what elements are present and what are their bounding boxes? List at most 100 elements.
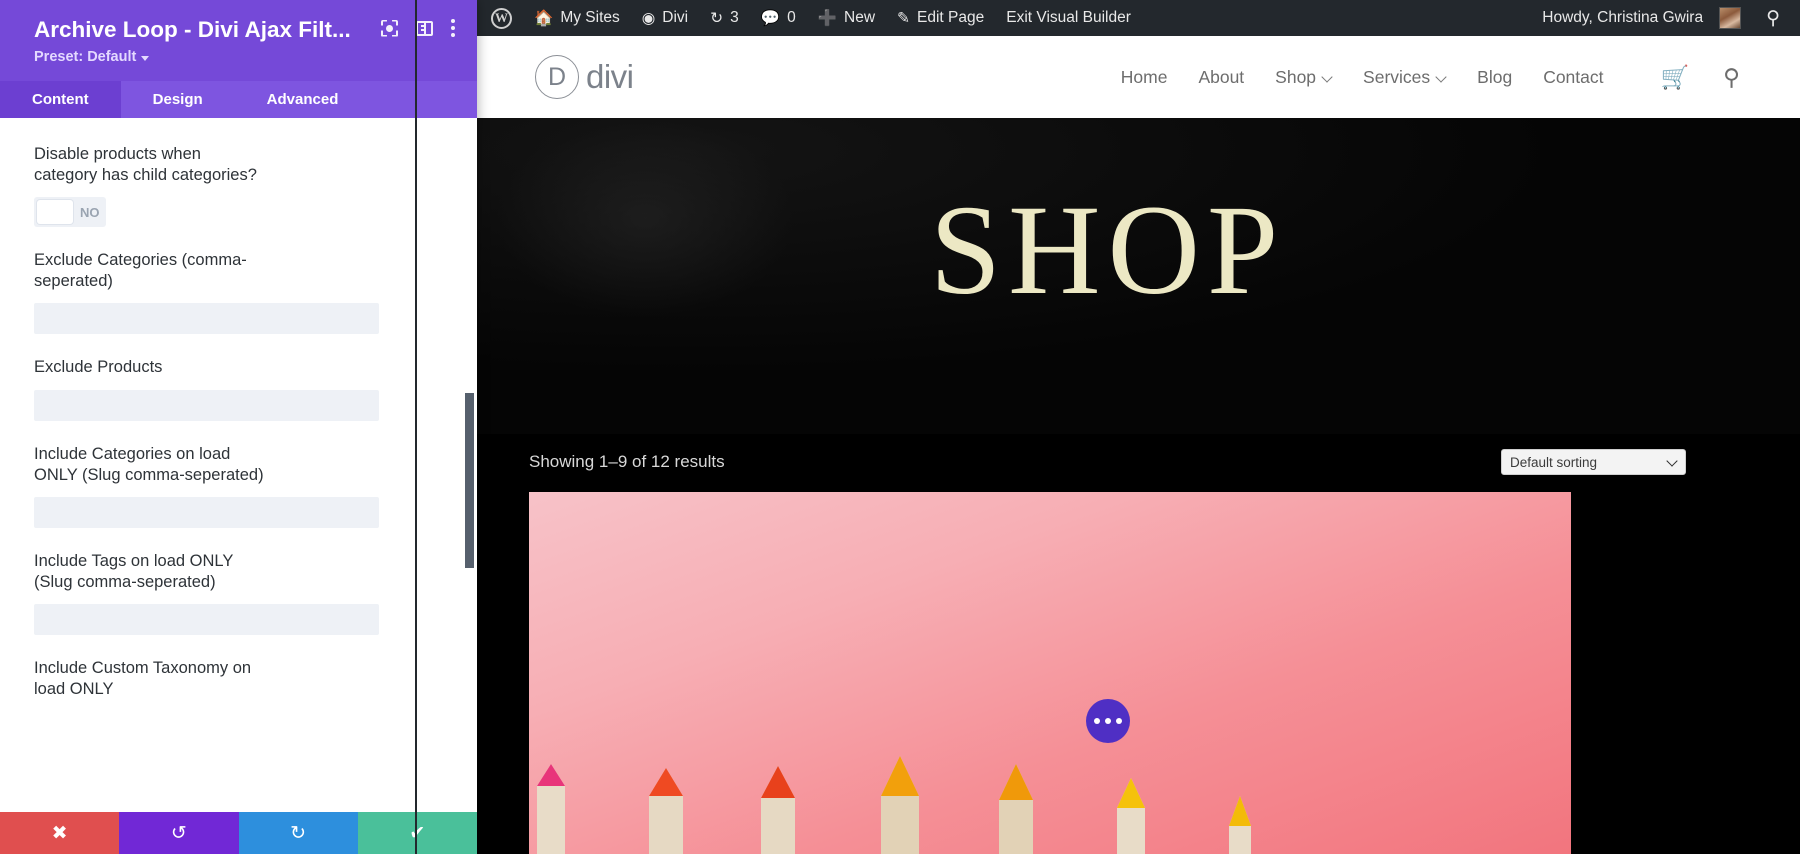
- nav-item-contact[interactable]: Contact: [1543, 67, 1603, 88]
- tab-content[interactable]: Content: [0, 81, 121, 118]
- nav-item-services[interactable]: Services: [1363, 67, 1446, 88]
- panel-scrollbar-thumb[interactable]: [465, 393, 474, 568]
- product-image[interactable]: [529, 492, 1571, 854]
- nav-item-about[interactable]: About: [1198, 67, 1244, 88]
- wordpress-logo-icon: [491, 7, 512, 29]
- dot-icon: [1115, 718, 1122, 724]
- search-icon[interactable]: ⚲: [1723, 64, 1740, 91]
- site-header: D divi Home About Shop Services Blog Con…: [415, 36, 1800, 118]
- header-icons: 🛒 ⚲: [1661, 64, 1741, 91]
- toggle-knob: [37, 200, 73, 225]
- colored-pencils-illustration: [537, 756, 1251, 854]
- panel-title-row: Archive Loop - Divi Ajax Filt...: [34, 16, 455, 43]
- field-label: Include Custom Taxonomy on load ONLY: [34, 658, 252, 699]
- admin-bar-divi[interactable]: ◉ Divi: [631, 0, 699, 36]
- tab-advanced[interactable]: Advanced: [235, 81, 371, 118]
- admin-bar-comments[interactable]: 💬 0: [750, 0, 807, 36]
- chevron-down-icon: [141, 55, 150, 61]
- field-label: Exclude Categories (comma-seperated): [34, 251, 247, 291]
- nav-label: Shop: [1275, 66, 1317, 87]
- admin-bar-label: New: [844, 9, 876, 26]
- redo-button[interactable]: ↻: [238, 812, 358, 854]
- primary-navigation: Home About Shop Services Blog Contact 🛒 …: [1121, 64, 1740, 91]
- results-bar: Showing 1–9 of 12 results Default sortin…: [415, 434, 1800, 490]
- cancel-button[interactable]: ✖: [0, 812, 120, 854]
- field-include-custom-taxonomy-on-load: Include Custom Taxonomy on load ONLY: [34, 658, 443, 700]
- panel-header-icons: [381, 16, 455, 37]
- shop-products-section: Showing 1–9 of 12 results Default sortin…: [415, 434, 1800, 854]
- site-logo-text: divi: [586, 58, 634, 95]
- sorting-select-value: Default sorting: [1510, 454, 1598, 470]
- panel-layout-icon[interactable]: [416, 20, 433, 36]
- panel-scrollbar[interactable]: [465, 118, 474, 812]
- field-label: Disable products when category has child…: [34, 145, 257, 185]
- more-options-icon[interactable]: [451, 19, 455, 37]
- dot-icon: [1104, 718, 1111, 724]
- admin-bar-label: Exit Visual Builder: [1006, 9, 1131, 26]
- admin-bar-edit-page[interactable]: ✎ Edit Page: [886, 0, 995, 36]
- shop-hero-banner: SHOP: [415, 118, 1800, 434]
- shopping-cart-icon[interactable]: 🛒: [1661, 64, 1690, 91]
- panel-title: Archive Loop - Divi Ajax Filt...: [34, 17, 351, 42]
- nav-item-blog[interactable]: Blog: [1477, 67, 1512, 88]
- screen-root: D divi Home About Shop Services Blog Con…: [0, 0, 1800, 854]
- field-include-tags-on-load: Include Tags on load ONLY (Slug comma-se…: [34, 551, 443, 635]
- tab-design[interactable]: Design: [121, 81, 235, 118]
- pencil-icon: ✎: [897, 9, 911, 27]
- comments-icon: 💬: [760, 9, 781, 27]
- admin-bar-label: 3: [730, 9, 739, 26]
- preset-label: Preset: Default: [34, 49, 137, 65]
- sites-icon: 🏠: [534, 9, 554, 27]
- site-logo[interactable]: D divi: [535, 55, 634, 99]
- admin-bar-updates[interactable]: ↻ 3: [699, 0, 750, 36]
- chevron-down-icon: [1437, 73, 1446, 82]
- dot-icon: [1093, 718, 1100, 724]
- field-exclude-products: Exclude Products: [34, 357, 443, 421]
- preset-selector[interactable]: Preset: Default: [34, 43, 455, 81]
- field-exclude-categories: Exclude Categories (comma-seperated): [34, 250, 443, 335]
- admin-bar-account[interactable]: Howdy, Christina Gwira: [1531, 0, 1752, 36]
- field-label: Include Categories on load ONLY (Slug co…: [34, 444, 264, 484]
- page-title: SHOP: [929, 179, 1286, 321]
- field-include-categories-on-load: Include Categories on load ONLY (Slug co…: [34, 444, 443, 528]
- chevron-down-icon: [1666, 455, 1678, 467]
- undo-button[interactable]: ↺: [119, 812, 239, 854]
- admin-bar-label: Divi: [662, 9, 689, 26]
- admin-bar-wp-logo[interactable]: [480, 0, 523, 36]
- admin-bar-label: 0: [787, 9, 796, 26]
- panel-header: Archive Loop - Divi Ajax Filt... Preset:…: [0, 0, 477, 81]
- nav-item-home[interactable]: Home: [1121, 67, 1168, 88]
- nav-label: Blog: [1477, 66, 1513, 87]
- divi-logo-icon: D: [535, 55, 579, 99]
- field-label: Include Tags on load ONLY (Slug comma-se…: [34, 551, 234, 591]
- nav-item-shop[interactable]: Shop: [1275, 67, 1332, 88]
- panel-settings-list: Disable products when category has child…: [0, 118, 477, 812]
- admin-bar-exit-visual-builder[interactable]: Exit Visual Builder: [995, 0, 1142, 36]
- results-count: Showing 1–9 of 12 results: [529, 452, 725, 471]
- divi-module-settings-panel: Archive Loop - Divi Ajax Filt... Preset:…: [0, 0, 477, 854]
- updates-icon: ↻: [710, 9, 724, 27]
- panel-tabs: Content Design Advanced: [0, 81, 477, 118]
- plus-icon: ➕: [817, 9, 837, 27]
- admin-bar-my-sites[interactable]: 🏠 My Sites: [523, 0, 631, 36]
- search-icon[interactable]: ⚲: [1752, 7, 1786, 30]
- nav-label: Home: [1120, 66, 1168, 87]
- save-button[interactable]: ✔: [357, 812, 477, 854]
- divi-icon: ◉: [641, 9, 656, 27]
- focus-module-icon[interactable]: [381, 20, 398, 37]
- exclude-categories-input[interactable]: [34, 303, 379, 335]
- exclude-products-input[interactable]: [34, 389, 379, 421]
- panel-action-bar: ✖ ↺ ↻ ✔: [0, 812, 477, 854]
- field-label: Exclude Products: [34, 358, 163, 377]
- module-settings-fab[interactable]: [1085, 699, 1130, 743]
- admin-bar-right-group: Howdy, Christina Gwira ⚲: [1531, 0, 1800, 36]
- include-categories-input[interactable]: [34, 496, 379, 528]
- admin-bar-new[interactable]: ➕ New: [807, 0, 886, 36]
- sorting-select[interactable]: Default sorting: [1501, 449, 1686, 475]
- nav-label: Services: [1363, 66, 1431, 87]
- admin-bar-greeting: Howdy, Christina Gwira: [1542, 9, 1704, 26]
- admin-bar-label: My Sites: [560, 9, 620, 26]
- include-tags-input[interactable]: [34, 603, 379, 635]
- toggle-value: NO: [80, 204, 100, 220]
- toggle-disable-products[interactable]: NO: [34, 197, 106, 228]
